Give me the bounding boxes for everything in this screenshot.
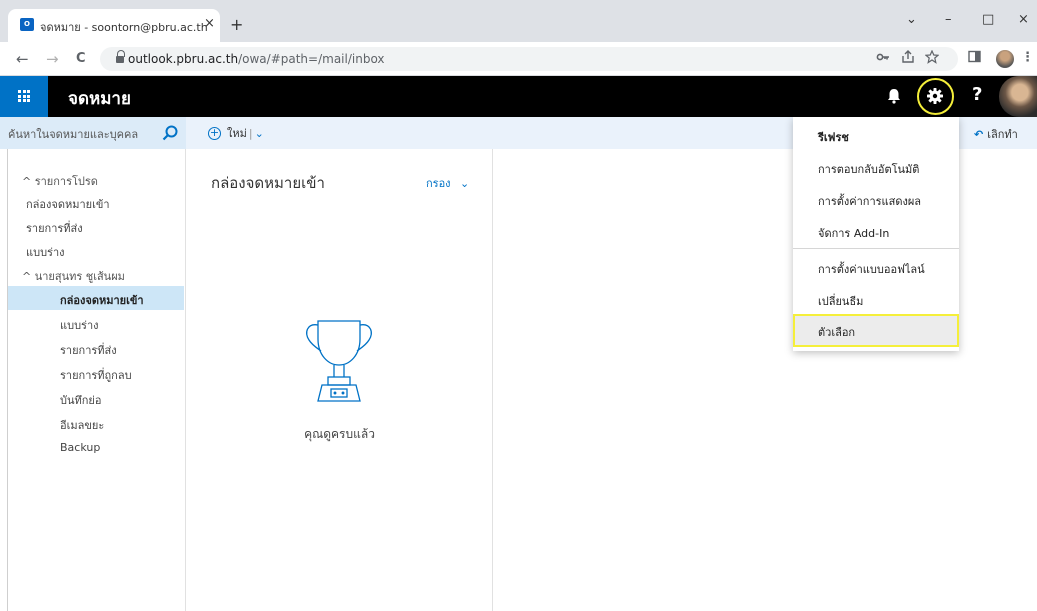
favorite-inbox[interactable]: กล่องจดหมายเข้า xyxy=(26,195,110,213)
minimize-button[interactable]: – xyxy=(945,12,952,27)
menu-item-label: ตัวเลือก xyxy=(818,326,856,339)
account-group-header[interactable]: ^ นายสุนทร ชูเส้นผม xyxy=(22,267,125,285)
menu-item-change-theme[interactable]: เปลี่ยนธีม xyxy=(793,283,959,315)
folder-deleted[interactable]: รายการที่ถูกลบ xyxy=(60,366,132,384)
menu-item-manage-addins[interactable]: จัดการ Add-In xyxy=(793,215,959,247)
user-avatar[interactable] xyxy=(999,76,1037,117)
menu-separator xyxy=(793,248,959,249)
app-title: จดหมาย xyxy=(68,89,131,109)
bell-icon[interactable] xyxy=(884,86,904,106)
menu-item-label: การตั้งค่าการแสดงผล xyxy=(818,195,922,208)
filter-label: กรอง xyxy=(426,177,451,190)
browser-profile-avatar[interactable] xyxy=(996,50,1014,68)
menu-item-label: การตั้งค่าแบบออฟไลน์ xyxy=(818,263,925,276)
favorite-drafts[interactable]: แบบร่าง xyxy=(26,243,65,261)
empty-state-text: คุณดูครบแล้ว xyxy=(304,427,375,441)
restore-button[interactable]: □ xyxy=(982,12,994,27)
new-separator: | xyxy=(248,126,253,140)
menu-item-automatic-replies[interactable]: การตอบกลับอัตโนมัติ xyxy=(793,151,959,183)
favorite-sent[interactable]: รายการที่ส่ง xyxy=(26,219,83,237)
address-bar[interactable]: outlook.pbru.ac.th/owa/#path=/mail/inbox xyxy=(100,47,958,71)
folder-pane: ^ รายการโปรด กล่องจดหมายเข้า รายการที่ส่… xyxy=(8,149,186,611)
folder-inbox[interactable]: กล่องจดหมายเข้า xyxy=(60,291,144,309)
folder-drafts[interactable]: แบบร่าง xyxy=(60,316,99,334)
folder-sent[interactable]: รายการที่ส่ง xyxy=(60,341,117,359)
new-tab-button[interactable]: + xyxy=(230,15,243,34)
menu-item-label: รีเฟรช xyxy=(818,131,849,144)
undo-icon: ↶ xyxy=(974,128,984,141)
settings-button[interactable] xyxy=(917,78,954,115)
back-button[interactable]: ← xyxy=(16,50,29,68)
undo-label: เลิกทำ xyxy=(987,128,1018,141)
folder-title: กล่องจดหมายเข้า xyxy=(211,174,325,192)
filter-button[interactable]: กรอง ⌄ xyxy=(426,174,469,192)
folder-junk[interactable]: อีเมลขยะ xyxy=(60,416,104,434)
browser-tab-bar: O จดหมาย - soontorn@pbru.ac.th × + ⌄ – □… xyxy=(0,0,1037,42)
forward-button[interactable]: → xyxy=(46,50,59,68)
menu-item-label: การตอบกลับอัตโนมัติ xyxy=(818,163,920,176)
browser-tab[interactable]: O จดหมาย - soontorn@pbru.ac.th × xyxy=(8,9,220,42)
new-message-button[interactable]: + ใหม่ | ⌄ xyxy=(208,124,264,142)
favorites-group-header[interactable]: ^ รายการโปรด xyxy=(22,172,98,190)
menu-item-refresh[interactable]: รีเฟรช xyxy=(793,119,959,151)
folder-notes[interactable]: บันทึกย่อ xyxy=(60,391,101,409)
browser-toolbar: ← → C outlook.pbru.ac.th/owa/#path=/mail… xyxy=(0,42,1037,76)
menu-item-label: จัดการ Add-In xyxy=(818,227,890,240)
close-window-button[interactable]: × xyxy=(1018,12,1029,27)
tab-search-icon[interactable]: ⌄ xyxy=(906,12,917,27)
help-icon[interactable]: ? xyxy=(972,84,982,105)
browser-menu-icon[interactable]: ⋮ xyxy=(1021,50,1034,65)
key-icon[interactable] xyxy=(876,50,890,68)
owa-header: จดหมาย ? xyxy=(0,76,1037,117)
outlook-favicon-icon: O xyxy=(20,18,34,31)
search-icon[interactable] xyxy=(161,124,179,142)
tab-close-icon[interactable]: × xyxy=(204,16,215,31)
new-chevron-icon[interactable]: ⌄ xyxy=(255,127,264,140)
trophy-icon xyxy=(304,317,374,403)
gear-icon xyxy=(927,88,943,104)
folder-backup[interactable]: Backup xyxy=(60,441,100,454)
menu-item-options[interactable]: ตัวเลือก xyxy=(793,314,959,347)
url-path: /owa/#path=/mail/inbox xyxy=(238,52,385,66)
share-icon[interactable] xyxy=(901,50,915,68)
new-message-label: ใหม่ xyxy=(227,127,247,140)
url-text: outlook.pbru.ac.th/owa/#path=/mail/inbox xyxy=(128,52,385,66)
filter-chevron-icon: ⌄ xyxy=(460,177,470,190)
menu-item-offline-settings[interactable]: การตั้งค่าแบบออฟไลน์ xyxy=(793,251,959,283)
menu-item-label: เปลี่ยนธีม xyxy=(818,295,864,308)
search-placeholder: ค้นหาในจดหมายและบุคคล xyxy=(8,128,139,141)
side-panel-icon[interactable] xyxy=(968,50,981,67)
settings-menu: รีเฟรช การตอบกลับอัตโนมัติ การตั้งค่าการ… xyxy=(793,117,959,351)
undo-button[interactable]: ↶ เลิกทำ xyxy=(974,125,1018,143)
app-launcher-button[interactable] xyxy=(0,76,48,117)
reload-button[interactable]: C xyxy=(76,51,86,66)
lock-icon xyxy=(116,50,125,64)
bookmark-star-icon[interactable] xyxy=(924,49,940,68)
tab-title: จดหมาย - soontorn@pbru.ac.th xyxy=(40,21,208,34)
url-host: outlook.pbru.ac.th xyxy=(128,52,239,66)
waffle-icon xyxy=(18,90,30,102)
message-list: กล่องจดหมายเข้า กรอง ⌄ คุณดูครบแล้ว xyxy=(186,149,493,611)
search-input[interactable]: ค้นหาในจดหมายและบุคคล xyxy=(0,117,186,149)
menu-item-display-settings[interactable]: การตั้งค่าการแสดงผล xyxy=(793,183,959,215)
plus-circle-icon: + xyxy=(208,125,221,140)
